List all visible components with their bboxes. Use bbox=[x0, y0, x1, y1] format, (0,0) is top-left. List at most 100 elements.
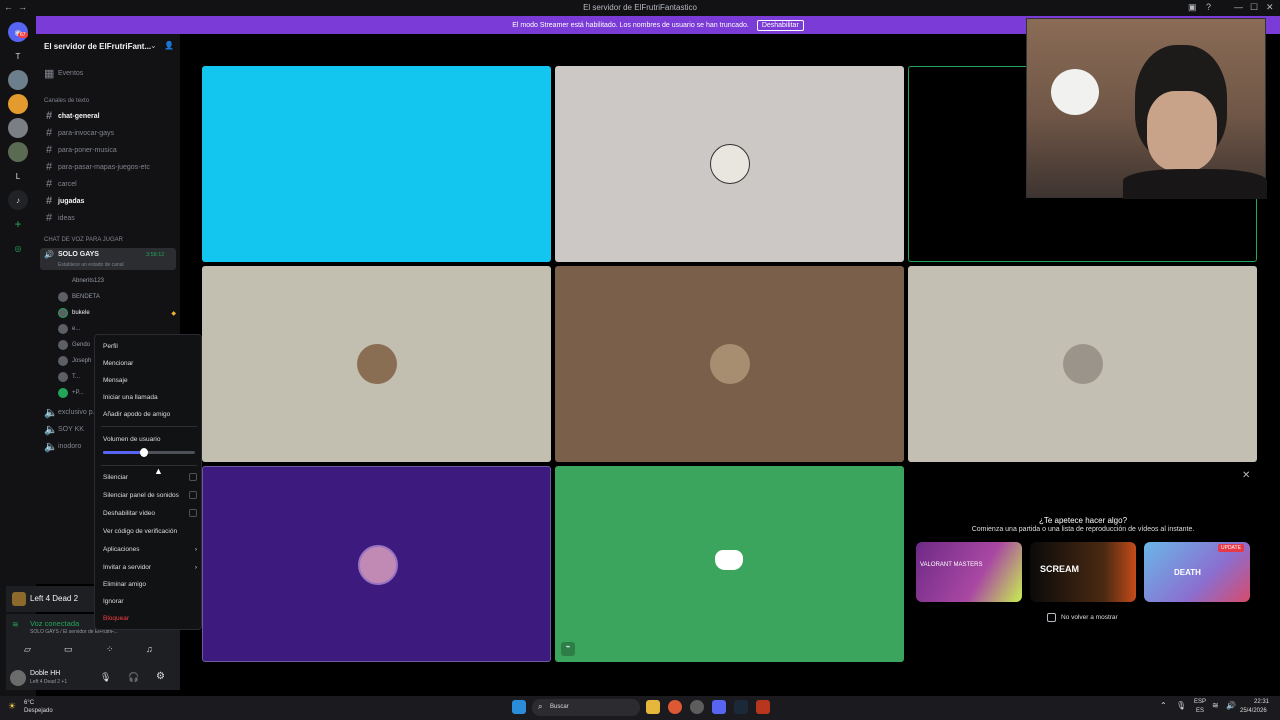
app-icon[interactable] bbox=[690, 700, 704, 714]
chevron-up-icon[interactable]: ⌃ bbox=[1160, 701, 1167, 710]
checkbox[interactable] bbox=[189, 473, 197, 481]
game-card-valorant[interactable]: VALORANT MASTERS bbox=[916, 542, 1022, 602]
active-voice-channel[interactable]: 🔊 SOLO GAYS 3:58:12 Establece un estado … bbox=[40, 248, 176, 270]
activity-title: ¿Te apetece hacer algo? bbox=[1038, 516, 1128, 525]
menu-item-ignore[interactable]: Ignorar bbox=[103, 594, 197, 608]
add-server-icon[interactable]: + bbox=[8, 214, 28, 234]
volume-handle[interactable] bbox=[140, 448, 149, 457]
menu-item-call[interactable]: Iniciar una llamada bbox=[103, 390, 197, 404]
wifi-icon[interactable]: ≋ bbox=[1212, 701, 1219, 710]
channel-carcel[interactable]: # carcel bbox=[44, 177, 176, 191]
minimize-button[interactable]: — bbox=[1234, 2, 1243, 12]
events-item[interactable]: ▦ Eventos bbox=[44, 66, 176, 80]
video-tile[interactable] bbox=[555, 266, 904, 462]
server-name[interactable]: El servidor de ElFrutriFant... bbox=[44, 42, 151, 51]
left4dead-icon[interactable] bbox=[756, 700, 770, 714]
channel-para-pasar-mapas[interactable]: # para-pasar-mapas-juegos-etc bbox=[44, 160, 176, 174]
menu-item-mute-soundboard[interactable]: Silenciar panel de sonidos bbox=[103, 488, 197, 502]
video-tile[interactable] bbox=[202, 266, 551, 462]
server-current-icon[interactable]: ♪ bbox=[8, 190, 28, 210]
channel-para-poner-musica[interactable]: # para-poner-musica bbox=[44, 143, 176, 157]
weather-icon[interactable]: ☀ bbox=[8, 701, 16, 712]
checkbox[interactable] bbox=[189, 491, 197, 499]
disable-streamer-button[interactable]: Deshabilitar bbox=[756, 19, 804, 31]
video-tile[interactable]: ⌁ bbox=[555, 466, 904, 662]
voice-channel-label: SOY KK bbox=[58, 425, 84, 433]
maximize-button[interactable]: ☐ bbox=[1250, 2, 1258, 13]
server-icon-4[interactable] bbox=[8, 142, 28, 162]
activities-icon[interactable]: ⁘ bbox=[106, 644, 114, 655]
menu-item-verification-code[interactable]: Ver código de verificación bbox=[103, 524, 197, 538]
menu-item-apps[interactable]: Aplicaciones › bbox=[103, 542, 197, 556]
channel-jugadas[interactable]: # jugadas bbox=[44, 194, 176, 208]
checkbox[interactable] bbox=[189, 509, 197, 517]
volume-slider[interactable] bbox=[103, 448, 195, 457]
headphones-icon[interactable]: 🎧 bbox=[128, 672, 139, 683]
file-explorer-icon[interactable] bbox=[646, 700, 660, 714]
voice-user[interactable]: bukele ◆ bbox=[58, 306, 176, 320]
server-icon-3[interactable] bbox=[8, 118, 28, 138]
server-icon-2[interactable] bbox=[8, 94, 28, 114]
video-tile[interactable] bbox=[555, 66, 904, 262]
menu-item-profile[interactable]: Perfil bbox=[103, 339, 197, 353]
microphone-icon[interactable]: 🎙 bbox=[100, 672, 111, 683]
menu-label: Bloquear bbox=[103, 614, 130, 622]
avatar[interactable] bbox=[10, 670, 26, 686]
text-category[interactable]: Canales de texto bbox=[44, 98, 89, 104]
speaker-icon: 🔈 bbox=[44, 423, 58, 436]
menu-item-disable-video[interactable]: Deshabilitar vídeo bbox=[103, 506, 197, 520]
avatar bbox=[58, 356, 68, 366]
menu-item-message[interactable]: Mensaje bbox=[103, 373, 197, 387]
dont-show-checkbox[interactable] bbox=[1047, 613, 1056, 622]
menu-item-invite[interactable]: Invitar a servidor › bbox=[103, 560, 197, 574]
volume-icon[interactable]: 🔊 bbox=[1226, 701, 1236, 710]
channel-chat-general[interactable]: # chat-general bbox=[44, 109, 176, 123]
channel-ideas[interactable]: # ideas bbox=[44, 211, 176, 225]
video-tile[interactable] bbox=[908, 266, 1257, 462]
menu-label: Deshabilitar vídeo bbox=[103, 509, 156, 517]
inbox-icon[interactable]: ▣ bbox=[1188, 2, 1197, 13]
close-icon[interactable]: ✕ bbox=[1242, 470, 1250, 481]
close-button[interactable]: ✕ bbox=[1266, 2, 1274, 13]
chevron-right-icon: › bbox=[194, 563, 197, 571]
settings-gear-icon[interactable]: ⚙ bbox=[156, 671, 165, 682]
camera-off-icon[interactable]: ▱ bbox=[24, 644, 31, 655]
menu-item-mute[interactable]: Silenciar bbox=[103, 470, 197, 484]
signal-icon[interactable]: ≋ bbox=[12, 620, 19, 629]
voice-user[interactable]: BENDETA bbox=[58, 290, 176, 304]
screen-share-icon[interactable]: ▭ bbox=[64, 644, 73, 655]
game-icon bbox=[12, 592, 26, 606]
video-tile[interactable] bbox=[202, 66, 551, 262]
add-member-icon[interactable]: 👤 bbox=[164, 41, 174, 50]
server-icon-1[interactable] bbox=[8, 70, 28, 90]
clock-time[interactable]: 22:31 bbox=[1254, 699, 1269, 705]
taskbar-search[interactable]: ⌕ Buscar bbox=[532, 699, 640, 716]
help-icon[interactable]: ? bbox=[1206, 2, 1211, 12]
avatar bbox=[710, 344, 750, 384]
volume-label: Volumen de usuario bbox=[103, 432, 197, 446]
video-tile[interactable] bbox=[202, 466, 551, 662]
language-code[interactable]: ESP bbox=[1194, 699, 1206, 705]
voice-category[interactable]: CHAT DE VOZ PARA JUGAR bbox=[44, 237, 123, 243]
start-windows-icon[interactable] bbox=[512, 700, 526, 714]
discord-taskbar-icon[interactable] bbox=[712, 700, 726, 714]
explore-icon[interactable]: ◎ bbox=[8, 238, 28, 258]
chevron-down-icon[interactable]: ⌄ bbox=[150, 41, 157, 50]
channel-label: para-pasar-mapas-juegos-etc bbox=[58, 163, 150, 171]
menu-item-block[interactable]: Bloquear bbox=[103, 611, 197, 625]
steam-icon[interactable] bbox=[734, 700, 748, 714]
channel-para-invocar-gays[interactable]: # para-invocar-gays bbox=[44, 126, 176, 140]
game-card-scream[interactable]: SCREAM bbox=[1030, 542, 1136, 602]
menu-item-remove-friend[interactable]: Eliminar amigo bbox=[103, 577, 197, 591]
channel-label: para-invocar-gays bbox=[58, 129, 115, 137]
menu-label: Eliminar amigo bbox=[103, 580, 146, 588]
soundboard-icon[interactable]: ♫ bbox=[146, 644, 153, 654]
webcam-overlay bbox=[1026, 18, 1267, 199]
voice-user[interactable]: Abnerits123 bbox=[58, 274, 176, 288]
microphone-tray-icon[interactable]: 🎙 bbox=[1176, 701, 1186, 710]
chrome-icon[interactable] bbox=[668, 700, 682, 714]
menu-item-nickname[interactable]: Añadir apodo de amigo bbox=[103, 407, 197, 421]
menu-item-mention[interactable]: Mencionar bbox=[103, 356, 197, 370]
server-t[interactable]: T bbox=[8, 46, 28, 66]
server-l[interactable]: L bbox=[8, 166, 28, 186]
